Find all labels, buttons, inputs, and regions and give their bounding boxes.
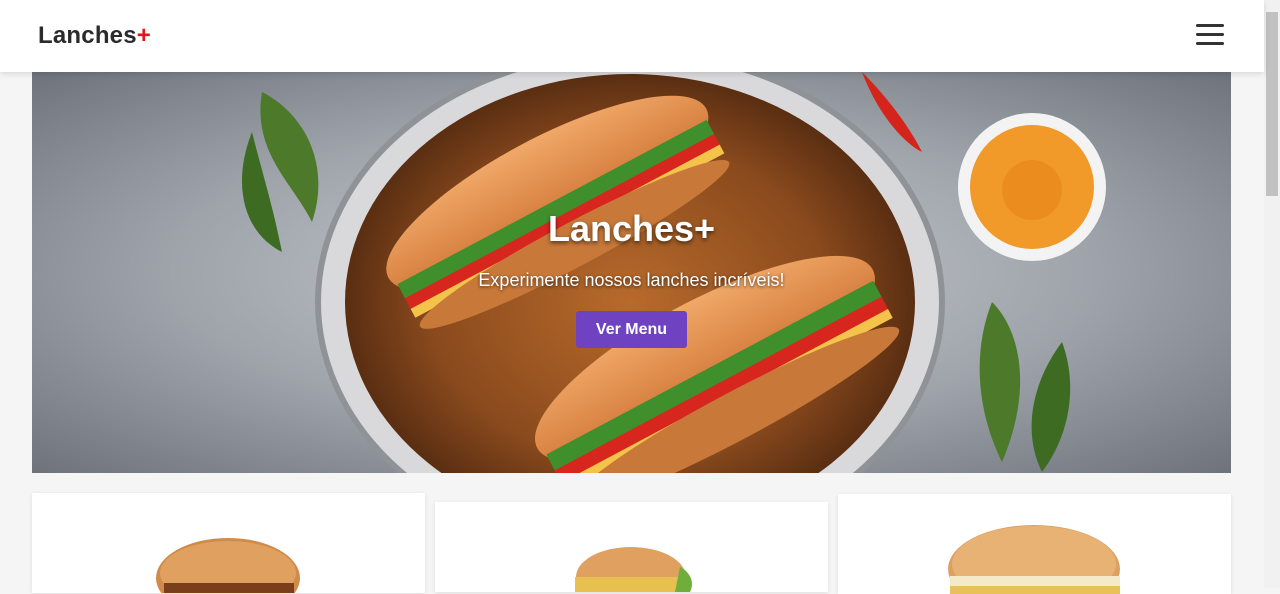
product-card[interactable] <box>435 502 828 592</box>
scrollbar[interactable] <box>1264 0 1280 588</box>
product-card[interactable] <box>838 494 1231 594</box>
hamburger-menu-icon[interactable] <box>1196 24 1224 48</box>
view-menu-button[interactable]: Ver Menu <box>576 311 687 348</box>
hero-title: Lanches+ <box>547 208 716 249</box>
product-card[interactable] <box>32 493 425 593</box>
scrollbar-thumb[interactable] <box>1266 12 1278 196</box>
brand-logo[interactable]: Lanches+ <box>38 22 151 50</box>
brand-text: Lanches <box>38 22 137 49</box>
burger-image <box>156 538 300 593</box>
brand-plus: + <box>136 22 151 49</box>
hero-subtitle: Experimente nossos lanches incríveis! <box>478 270 785 290</box>
hero-banner: Lanches+ Experimente nossos lanches incr… <box>32 72 1231 473</box>
burger-image <box>948 525 1120 594</box>
burger-image <box>575 547 692 592</box>
navbar: Lanches+ <box>0 0 1264 72</box>
